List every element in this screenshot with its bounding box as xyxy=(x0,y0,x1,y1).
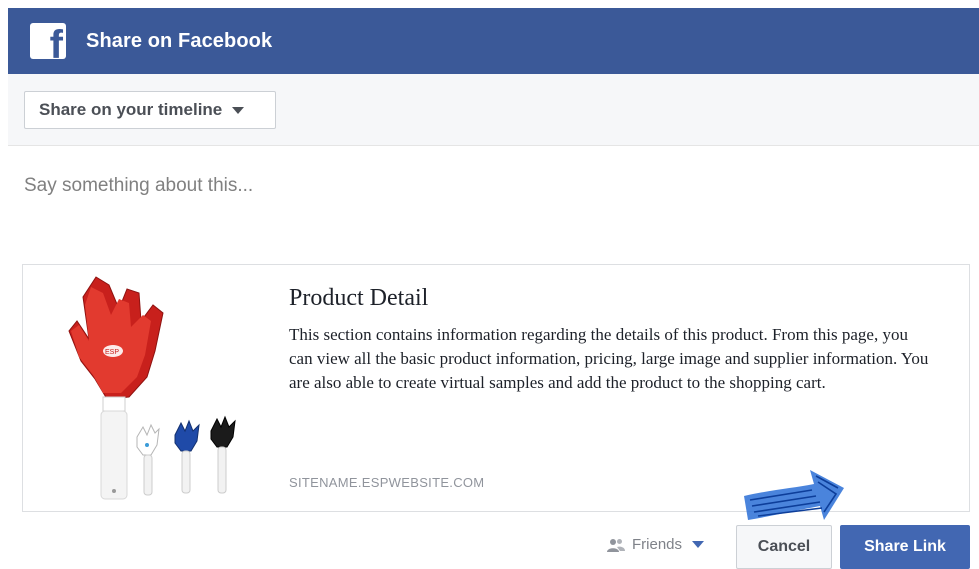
svg-text:ESP: ESP xyxy=(105,349,119,356)
dialog-title: Share on Facebook xyxy=(86,29,273,52)
share-link-button[interactable]: Share Link xyxy=(840,525,970,569)
preview-text: Product Detail This section contains inf… xyxy=(289,283,949,395)
dialog-header: f Share on Facebook xyxy=(8,8,979,74)
privacy-selector[interactable]: Friends xyxy=(606,536,705,553)
privacy-label: Friends xyxy=(632,536,683,553)
chevron-down-icon xyxy=(232,106,245,114)
preview-domain: SITENAME.ESPWEBSITE.COM xyxy=(289,475,485,490)
blue-hand-clapper xyxy=(174,419,200,494)
audience-selector-label: Share on your timeline xyxy=(39,100,223,119)
preview-description: This section contains information regard… xyxy=(289,325,929,392)
audience-selector-button[interactable]: Share on your timeline xyxy=(24,91,276,129)
friends-icon xyxy=(607,538,625,552)
audience-bar: Share on your timeline xyxy=(8,74,979,146)
white-hand-clapper xyxy=(136,423,160,496)
status-composer-input[interactable] xyxy=(24,168,924,204)
preview-title[interactable]: Product Detail xyxy=(289,283,949,313)
facebook-logo-icon: f xyxy=(30,23,66,59)
cancel-button[interactable]: Cancel xyxy=(736,525,832,569)
chevron-down-icon xyxy=(692,541,705,548)
annotation-arrow-icon xyxy=(744,470,844,520)
black-hand-clapper xyxy=(210,415,236,494)
product-image: ESP xyxy=(68,276,236,500)
